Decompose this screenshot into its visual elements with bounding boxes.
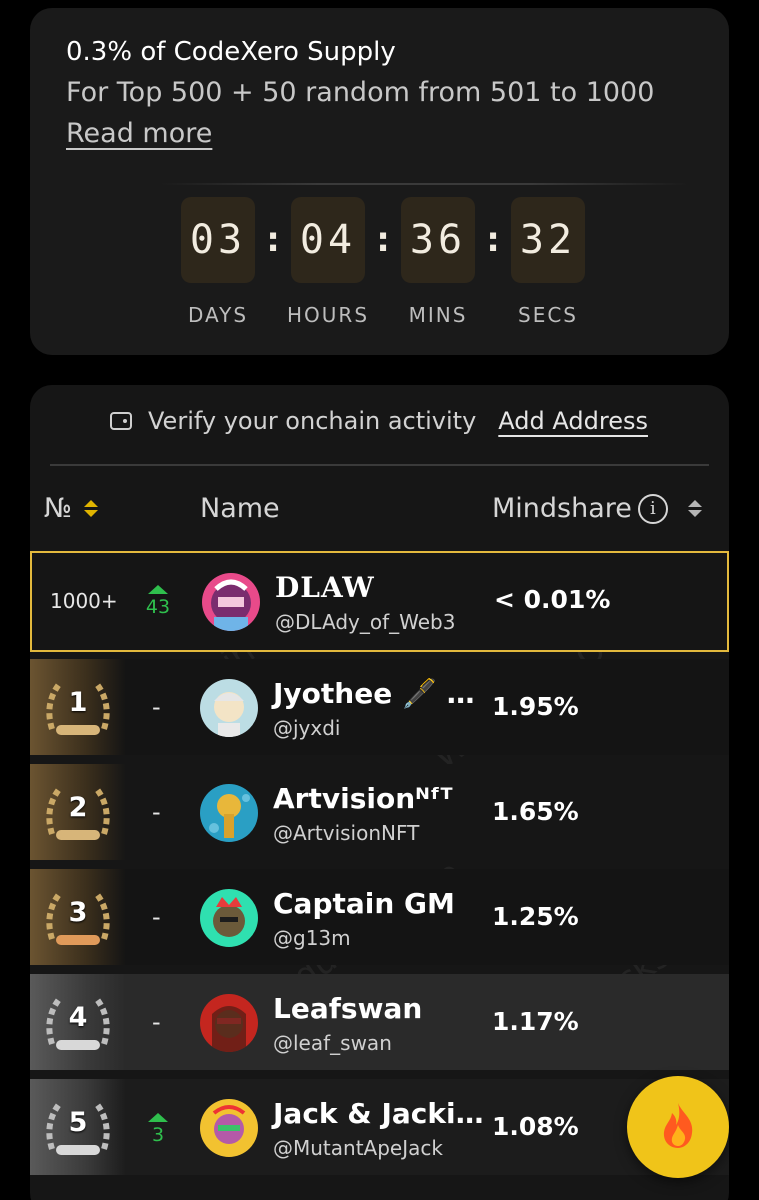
rank-change: 3 (138, 1113, 178, 1146)
table-header: № Name Mindshare i (30, 491, 729, 531)
user-handle: @MutantApeJack (273, 1136, 443, 1160)
add-address-link[interactable]: Add Address (498, 407, 648, 435)
mindshare-column-header[interactable]: Mindshare i (492, 493, 702, 524)
mindshare-header-label: Mindshare (492, 493, 632, 524)
mins-label: MINS (408, 303, 468, 327)
rank-change: - (152, 1008, 161, 1036)
days-value: 03 (181, 197, 255, 283)
divider (160, 183, 689, 185)
wallet-icon (110, 412, 132, 430)
table-row[interactable]: 2 - Artvisionᴺᶠᵀ @ArtvisionNFT 1.65% (30, 764, 729, 860)
campaign-title: 0.3% of CodeXero Supply (66, 37, 396, 67)
rank-change: 43 (138, 585, 178, 618)
countdown-secs: 32 SECS (510, 197, 586, 327)
rank-column-header[interactable]: № (44, 493, 99, 524)
countdown-days: 03 DAYS (180, 197, 256, 327)
campaign-card: 0.3% of CodeXero Supply For Top 500 + 50… (30, 8, 729, 355)
rank: 1000+ (50, 589, 118, 613)
gold-medal-icon: 3 (30, 869, 126, 965)
rank-change-value: 43 (145, 596, 171, 618)
mins-value: 36 (401, 197, 475, 283)
table-row[interactable]: 5 3 Jack & Jacki… @MutantApeJack 1.08% (30, 1079, 729, 1175)
sort-icon[interactable] (84, 500, 99, 517)
rank-header-label: № (44, 493, 73, 524)
separator: : (486, 220, 500, 260)
user-handle: @g13m (273, 926, 351, 950)
user-name: Jack & Jacki… (273, 1097, 484, 1130)
rank: 1 (68, 687, 88, 718)
hours-value: 04 (291, 197, 365, 283)
rank: 3 (68, 897, 88, 928)
arrow-up-icon (148, 1113, 168, 1122)
mindshare-value: 1.95% (492, 692, 579, 721)
current-user-row[interactable]: 1000+ 43 DLAW @DLAdy_of_Web3 < 0.01% (30, 551, 729, 652)
user-handle: @DLAdy_of_Web3 (275, 610, 456, 634)
separator: : (266, 220, 280, 260)
rank: 2 (68, 792, 88, 823)
rank-change: - (152, 798, 161, 826)
arrow-up-icon (148, 585, 168, 594)
rank-change-value: 3 (151, 1124, 165, 1146)
avatar (200, 889, 258, 947)
rank: 5 (68, 1107, 88, 1138)
rank-change: - (152, 693, 161, 721)
table-row[interactable]: 1 - Jyothee 🖋️ … @jyxdi 1.95% (30, 659, 729, 755)
avatar (200, 784, 258, 842)
hours-label: HOURS (287, 303, 370, 327)
info-icon[interactable]: i (637, 493, 668, 524)
rank: 4 (68, 1002, 88, 1033)
sort-icon[interactable] (687, 500, 702, 517)
separator: : (376, 220, 390, 260)
user-name: Captain GM (273, 887, 455, 920)
silver-medal-icon: 4 (30, 974, 126, 1070)
user-handle: @jyxdi (273, 716, 341, 740)
name-column-header: Name (200, 493, 280, 524)
secs-label: SECS (518, 303, 578, 327)
silver-medal-icon: 5 (30, 1079, 126, 1175)
avatar (200, 679, 258, 737)
countdown-timer: 03 DAYS : 04 HOURS : 36 MINS : 32 SECS (180, 197, 586, 327)
user-name: Artvisionᴺᶠᵀ (273, 782, 453, 815)
mindshare-value: 1.17% (492, 1007, 579, 1036)
user-name: Leafswan (273, 992, 423, 1025)
campaign-subtitle: For Top 500 + 50 random from 501 to 1000 (66, 77, 655, 108)
mindshare-value: 1.08% (492, 1112, 579, 1141)
gold-medal-icon: 1 (30, 659, 126, 755)
avatar (202, 573, 260, 631)
leaderboard-card: Wallchain Quacks Wallchain Quacks quacks… (30, 385, 729, 1200)
countdown-hours: 04 HOURS (287, 197, 370, 327)
mindshare-value: 1.25% (492, 902, 579, 931)
user-handle: @leaf_swan (273, 1031, 392, 1055)
divider (50, 464, 709, 466)
mindshare-value: 1.65% (492, 797, 579, 826)
avatar (200, 994, 258, 1052)
user-name: DLAW (275, 571, 375, 604)
secs-value: 32 (511, 197, 585, 283)
days-label: DAYS (187, 303, 249, 327)
user-name: Jyothee 🖋️ … (273, 677, 475, 710)
avatar (200, 1099, 258, 1157)
verify-bar: Verify your onchain activity Add Address (110, 407, 648, 435)
user-handle: @ArtvisionNFT (273, 821, 420, 845)
flame-icon (658, 1101, 698, 1153)
mindshare-value: < 0.01% (494, 585, 611, 614)
table-row[interactable]: 3 - Captain GM @g13m 1.25% (30, 869, 729, 965)
table-row[interactable]: 4 - Leafswan @leaf_swan 1.17% (30, 974, 729, 1070)
rank-change: - (152, 903, 161, 931)
gold-medal-icon: 2 (30, 764, 126, 860)
countdown-mins: 36 MINS (400, 197, 476, 327)
flame-button[interactable] (627, 1076, 729, 1178)
read-more-link[interactable]: Read more (66, 114, 212, 154)
verify-text: Verify your onchain activity (148, 407, 477, 435)
